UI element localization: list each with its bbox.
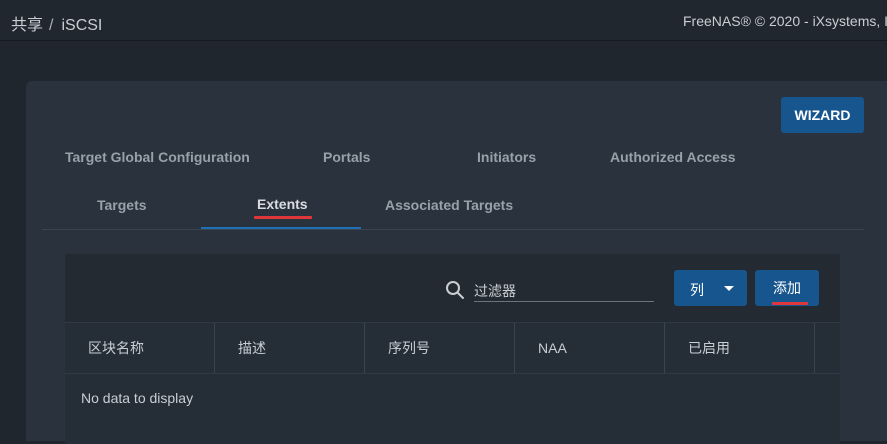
tab-initiators[interactable]: Initiators [477,149,536,165]
breadcrumb: 共享 / iSCSI [11,11,102,35]
column-header-extent-name[interactable]: 区块名称 [88,323,144,373]
empty-table-message: No data to display [81,390,194,406]
table-toolbar: 列 添加 [65,254,840,322]
column-divider[interactable] [214,323,215,373]
column-divider[interactable] [514,323,515,373]
tab-extents[interactable]: Extents [257,196,308,212]
breadcrumb-item-iscsi: iSCSI [61,17,103,34]
tab-associated-targets[interactable]: Associated Targets [385,197,513,213]
column-header-serial[interactable]: 序列号 [388,323,430,373]
search-icon [446,281,464,299]
extents-table-card: 列 添加 区块名称 描述 序列号 NAA 已启用 No data to disp… [65,254,840,444]
breadcrumb-item-sharing[interactable]: 共享 [11,17,43,34]
copyright-text: FreeNAS® © 2020 - iXsystems, In [683,13,887,29]
chevron-down-icon [724,286,734,291]
add-button[interactable]: 添加 [755,270,819,306]
column-header-naa[interactable]: NAA [538,323,567,373]
column-header-description[interactable]: 描述 [238,323,266,373]
filter-input[interactable] [474,281,654,302]
tab-targets[interactable]: Targets [97,197,147,213]
tab-authorized-access[interactable]: Authorized Access [610,149,736,165]
breadcrumb-separator: / [49,17,54,34]
column-header-enabled[interactable]: 已启用 [688,323,730,373]
columns-button-label: 列 [690,282,704,298]
table-header-row: 区块名称 描述 序列号 NAA 已启用 [65,322,840,374]
column-divider[interactable] [814,323,815,373]
active-tab-annotation-underline [254,216,312,219]
column-divider[interactable] [364,323,365,373]
top-bar: 共享 / iSCSI FreeNAS® © 2020 - iXsystems, In [0,0,887,41]
iscsi-card: WIZARD Target Global Configuration Porta… [26,81,887,444]
add-button-annotation-underline [772,302,808,305]
column-divider[interactable] [664,323,665,373]
tab-divider [42,229,864,230]
tab-portals[interactable]: Portals [323,149,370,165]
active-tab-indicator [201,227,361,229]
columns-button[interactable]: 列 [674,270,747,306]
wizard-button[interactable]: WIZARD [781,97,864,133]
tab-target-global-configuration[interactable]: Target Global Configuration [65,149,250,165]
